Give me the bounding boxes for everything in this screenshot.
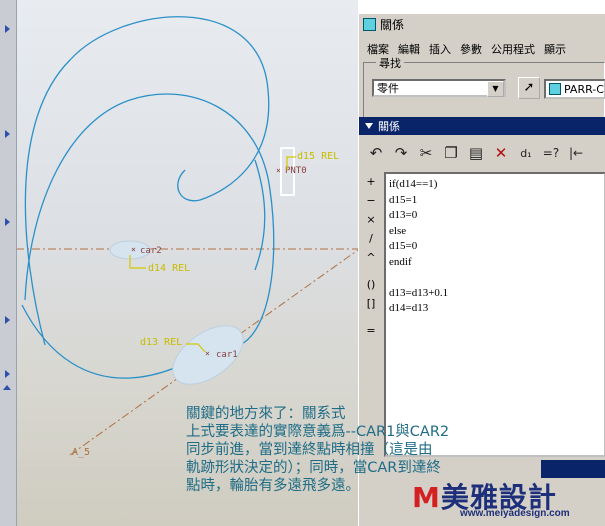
relation-line[interactable]: d13=d13+0.1: [389, 286, 601, 302]
search-legend: 尋找: [376, 55, 404, 71]
rail-arrow-icon[interactable]: [5, 370, 10, 378]
relations-section-header[interactable]: 關係: [359, 117, 605, 135]
sort-icon[interactable]: |←: [565, 142, 587, 164]
caption-line: 上式要表達的實際意義爲--CAR1與CAR2: [186, 424, 450, 440]
menu-parameters[interactable]: 參數: [460, 41, 482, 57]
undo-icon[interactable]: ↶: [365, 142, 387, 164]
watermark-url: www.meiyadesign.com: [460, 508, 570, 519]
pick-from-model-button[interactable]: ➚: [518, 77, 540, 99]
relation-line[interactable]: if(d14==1): [389, 177, 601, 193]
menu-insert[interactable]: 插入: [429, 41, 451, 57]
d14-dimension-label[interactable]: d14 REL: [148, 263, 190, 274]
window-app-icon: [363, 18, 376, 31]
rail-arrow-icon[interactable]: [5, 218, 10, 226]
relation-line[interactable]: else: [389, 224, 601, 240]
d13-dimension-label[interactable]: d13 REL: [140, 337, 182, 348]
car2-label: car2: [140, 246, 162, 256]
trajectory-curve-1[interactable]: [24, 16, 270, 346]
pnt0-marker: ×: [276, 166, 281, 175]
menu-display[interactable]: 顯示: [544, 41, 566, 57]
operator-plus-button[interactable]: +: [361, 172, 381, 191]
relation-line[interactable]: endif: [389, 255, 601, 271]
operator-minus-button[interactable]: −: [361, 191, 381, 210]
search-group: 尋找 零件 ▼ ➚ PARR-C: [363, 55, 605, 124]
watermark: M美雅設計 www.meiyadesign.com: [412, 472, 605, 526]
lookup-type-value: 零件: [377, 82, 399, 95]
switch-dimensions-icon[interactable]: d₁: [515, 142, 537, 164]
relation-line[interactable]: d15=0: [389, 239, 601, 255]
operator-multiply-button[interactable]: ×: [361, 210, 381, 229]
part-icon: [549, 83, 561, 95]
lookup-type-select[interactable]: 零件 ▼: [372, 79, 506, 97]
relation-line[interactable]: d15=1: [389, 193, 601, 209]
rail-arrow-icon[interactable]: [5, 316, 10, 324]
d15-dimension-label[interactable]: d15 REL: [297, 151, 339, 162]
pnt0-label: PNT0: [285, 166, 307, 176]
car2-point-marker: ×: [131, 245, 136, 254]
car1-label: car1: [216, 350, 238, 360]
operator-brackets-button[interactable]: []: [361, 294, 381, 313]
relations-section-label: 關係: [378, 120, 400, 133]
menu-utilities[interactable]: 公用程式: [491, 41, 535, 57]
viewport-left-rail: [0, 0, 17, 526]
cursor-arrow-icon: ➚: [523, 80, 535, 95]
relations-toolbar: ↶ ↷ ✂ ❐ ▤ ✕ d₁ =? |←: [359, 138, 605, 168]
rail-arrow-icon[interactable]: [5, 130, 10, 138]
evaluate-icon[interactable]: =?: [540, 142, 562, 164]
paste-icon[interactable]: ▤: [465, 142, 487, 164]
operator-equals-button[interactable]: =: [361, 321, 381, 340]
axis-a5-label: A_5: [72, 447, 90, 458]
collapse-triangle-icon[interactable]: [365, 123, 373, 129]
operator-power-button[interactable]: ^: [361, 248, 381, 267]
model-name-field[interactable]: PARR-C: [544, 79, 605, 99]
relation-line[interactable]: d14=d13: [389, 301, 601, 317]
relation-line[interactable]: [389, 270, 601, 286]
car1-point-marker: ×: [205, 349, 210, 358]
window-title: 關係: [380, 18, 405, 32]
caption-line: 同步前進，當到達終點時相撞（這是由: [186, 442, 433, 458]
model-name-value: PARR-C: [564, 82, 604, 96]
operator-column: + − × / ^ () [] =: [361, 172, 381, 342]
chevron-down-icon[interactable]: ▼: [487, 81, 504, 97]
operator-divide-button[interactable]: /: [361, 229, 381, 248]
operator-parentheses-button[interactable]: (): [361, 275, 381, 294]
logo-mark-icon: M: [412, 481, 441, 514]
caption-line: 關鍵的地方來了：關系式: [186, 406, 346, 422]
rail-arrow-icon[interactable]: [5, 25, 10, 33]
relation-line[interactable]: d13=0: [389, 208, 601, 224]
cut-icon[interactable]: ✂: [415, 142, 437, 164]
window-title-bar[interactable]: 關係: [359, 14, 605, 35]
trajectory-curve-2[interactable]: [24, 93, 275, 346]
trajectory-curve-4[interactable]: [254, 159, 266, 271]
delete-icon[interactable]: ✕: [490, 142, 512, 164]
rail-up-arrow-icon[interactable]: [3, 385, 11, 390]
redo-icon[interactable]: ↷: [390, 142, 412, 164]
copy-icon[interactable]: ❐: [440, 142, 462, 164]
